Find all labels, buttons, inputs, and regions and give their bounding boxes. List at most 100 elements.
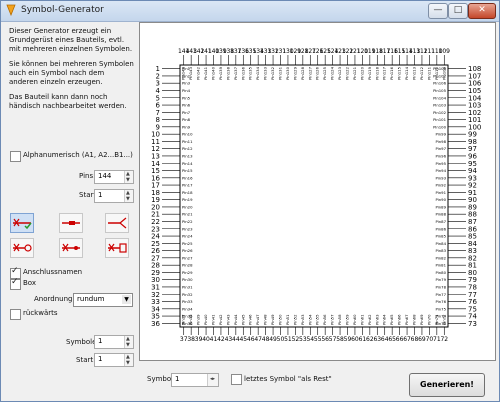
pin-name: Pin126 — [315, 66, 320, 79]
pin-name: Pin95 — [436, 161, 447, 166]
pin-name: Pin4 — [182, 88, 191, 93]
start2-spinner[interactable]: 1 ▲ ▼ — [94, 353, 134, 367]
pin-name: Pin26 — [182, 248, 193, 253]
pin-name: Pin14 — [182, 161, 193, 166]
rueckwaerts-label: rückwärts — [23, 309, 58, 317]
pin-style-circle[interactable] — [10, 238, 34, 258]
pin-name: Pin33 — [182, 299, 193, 304]
pin-name: Pin45 — [240, 314, 245, 325]
start-spinner[interactable]: 1 ▲ ▼ — [94, 189, 134, 203]
pin-name: Pin7 — [182, 110, 191, 115]
pin-style-fork[interactable] — [105, 213, 129, 233]
pin-name: Pin144 — [181, 66, 186, 79]
pin-style-dot-end[interactable] — [59, 238, 83, 258]
pin-name: Pin83 — [436, 248, 447, 253]
pin-name: Pin129 — [292, 66, 297, 79]
window-title: Symbol-Generator — [21, 5, 104, 15]
symbol-spinner[interactable]: 1 ◂▸ — [171, 373, 219, 387]
pin-name: Pin57 — [330, 314, 335, 325]
pin-name: Pin133 — [263, 66, 268, 79]
pin-name: Pin114 — [404, 66, 409, 79]
pin-name: Pin94 — [436, 168, 447, 173]
pin-name: Pin96 — [436, 153, 447, 158]
close-button[interactable]: ✕ — [468, 3, 496, 19]
pin-name: Pin16 — [182, 175, 193, 180]
pins-spinner[interactable]: 144 ▲ ▼ — [94, 170, 134, 184]
pin-name: Pin100 — [433, 124, 446, 129]
pin-name: Pin132 — [270, 66, 275, 79]
chevron-down-icon: ▼ — [122, 295, 131, 304]
pin-name: Pin99 — [436, 132, 447, 137]
pin-number: 73 — [468, 320, 477, 328]
chip-body — [179, 64, 449, 328]
pin-name: Pin15 — [182, 168, 193, 173]
pin-style-box[interactable] — [105, 238, 129, 258]
pin-number: 72 — [440, 336, 448, 343]
pin-name: Pin21 — [182, 212, 193, 217]
description-paragraph: Sie können bei mehreren Symbolen auch ei… — [9, 60, 134, 86]
pin-name: Pin6 — [182, 103, 191, 108]
pin-name: Pin38 — [188, 314, 193, 325]
rueckwaerts-checkbox[interactable] — [10, 309, 21, 320]
pin-name: Pin134 — [255, 66, 260, 79]
pin-name: Pin119 — [367, 66, 372, 79]
pin-name: Pin116 — [389, 66, 394, 79]
pin-name: Pin86 — [436, 226, 447, 231]
preview-drawing: 1 Pin12 Pin23 Pin34 Pin45 Pin56 Pin67 Pin78 Pin8… — [151, 48, 482, 343]
pin-name: Pin43 — [225, 314, 230, 325]
minimize-button[interactable]: — — [428, 3, 448, 19]
pin-name: Pin39 — [196, 314, 201, 325]
pin-name: Pin9 — [182, 124, 191, 129]
pin-name: Pin5 — [182, 95, 191, 100]
pin-name: Pin30 — [182, 277, 193, 282]
pin-name: Pin69 — [419, 314, 424, 325]
pin-name: Pin98 — [436, 139, 447, 144]
pin-style-cross-check[interactable] — [10, 213, 34, 233]
pin-name: Pin75 — [436, 306, 447, 311]
last-symbol-label: letztes Symbol "als Rest" — [244, 375, 332, 383]
last-symbol-checkbox[interactable] — [231, 374, 242, 385]
pin-name: Pin111 — [426, 66, 431, 79]
pin-name: Pin87 — [436, 219, 447, 224]
pin-name: Pin90 — [436, 197, 447, 202]
pin-name: Pin60 — [352, 314, 357, 325]
title-bar: Symbol-Generator — □ ✕ — [1, 1, 499, 22]
pin-style-circle-icon — [13, 243, 32, 252]
pin-name: Pin118 — [374, 66, 379, 79]
pin-name: Pin70 — [426, 314, 431, 325]
pin-name: Pin10 — [182, 132, 193, 137]
pin-name: Pin8 — [182, 117, 191, 122]
pin-name: Pin135 — [248, 66, 253, 79]
pin-name: Pin97 — [436, 146, 447, 151]
pin-name: Pin84 — [436, 241, 447, 246]
pin-name: Pin117 — [382, 66, 387, 79]
pin-name: Pin58 — [337, 314, 342, 325]
pin-name: Pin51 — [285, 314, 290, 325]
generate-button[interactable]: Generieren! — [409, 373, 485, 397]
symbole-spinner[interactable]: 1 ▲ ▼ — [94, 335, 134, 349]
alphanumeric-checkbox[interactable] — [10, 151, 21, 162]
anordnung-select[interactable]: rundum ▼ — [73, 293, 133, 307]
pin-name: Pin59 — [345, 314, 350, 325]
maximize-button[interactable]: □ — [448, 3, 468, 19]
pin-name: Pin139 — [218, 66, 223, 79]
pin-name: Pin138 — [225, 66, 230, 79]
pin-name: Pin140 — [211, 66, 216, 79]
pin-name: Pin89 — [436, 204, 447, 209]
pin-name: Pin82 — [436, 255, 447, 260]
pin-name: Pin53 — [300, 314, 305, 325]
pin-name: Pin65 — [389, 314, 394, 325]
pin-name: Pin56 — [322, 314, 327, 325]
pin-name: Pin46 — [248, 314, 253, 325]
pin-name: Pin112 — [419, 66, 424, 79]
box-checkbox[interactable] — [10, 277, 21, 290]
pin-name: Pin122 — [345, 66, 350, 79]
pin-name: Pin127 — [307, 66, 312, 79]
pin-name: Pin11 — [182, 139, 193, 144]
pin-name: Pin106 — [433, 81, 446, 86]
pin-style-dot[interactable] — [59, 213, 83, 233]
pin-style-dot-end-icon — [62, 243, 80, 252]
pin-name: Pin103 — [433, 103, 446, 108]
bottom-bar: Symbol: 1 ◂▸ letztes Symbol "als Rest" G… — [1, 373, 499, 401]
pin-name: Pin41 — [211, 314, 216, 325]
